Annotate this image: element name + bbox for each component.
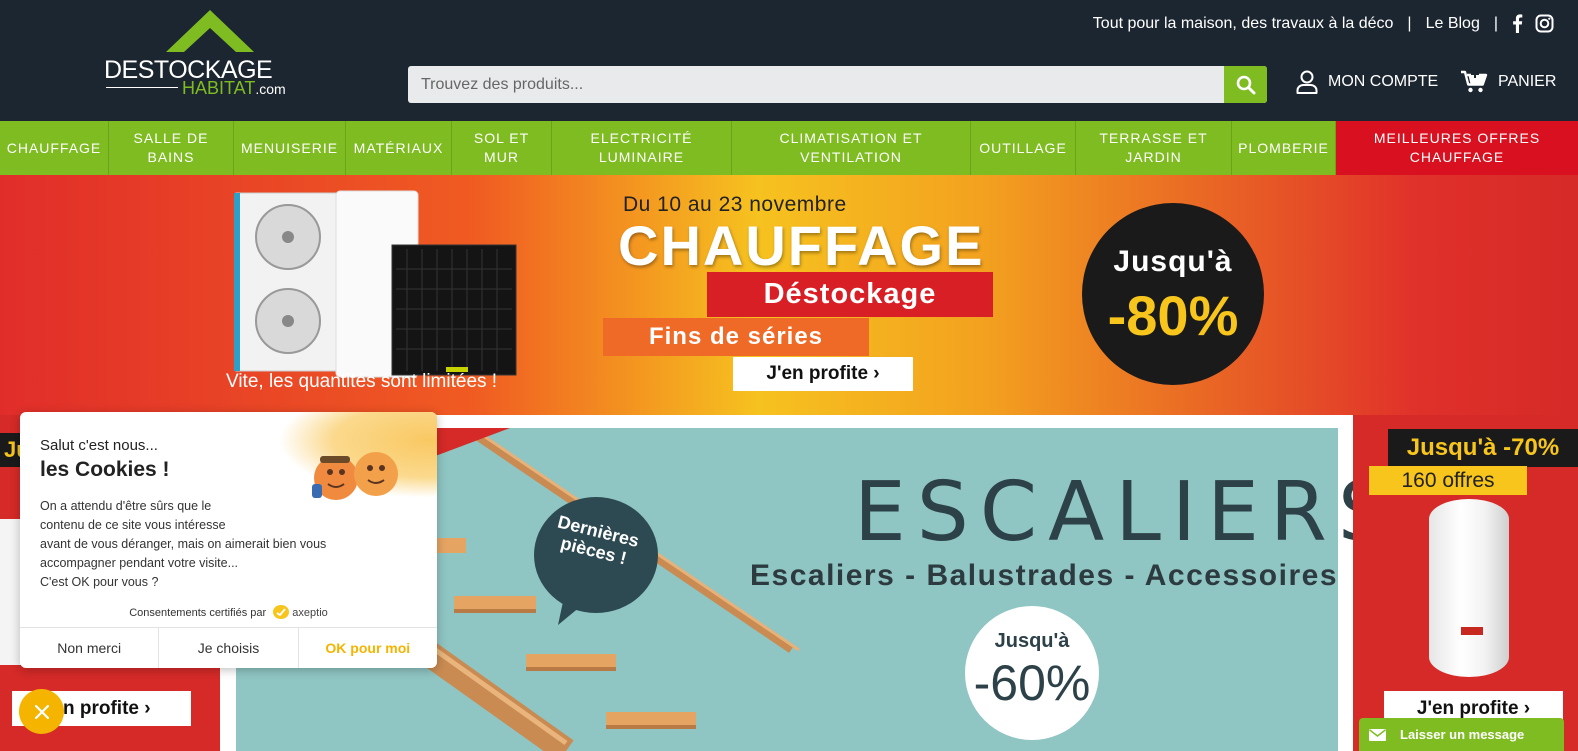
hero-discount-badge: Jusqu'à -80% xyxy=(1082,203,1264,385)
nav-item-materiaux[interactable]: MATÉRIAUX xyxy=(346,121,452,175)
promo-banner-right[interactable]: Jusqu'à -70% 160 offres J'en profite › xyxy=(1353,415,1578,751)
nav-item-menuiserie[interactable]: MENUISERIE xyxy=(234,121,346,175)
close-icon xyxy=(34,704,49,719)
cookie-body-line: avant de vous déranger, mais on aimerait… xyxy=(40,537,327,551)
category-nav: CHAUFFAGE SALLE DE BAINS MENUISERIE MATÉ… xyxy=(0,121,1578,175)
hero-cta-button[interactable]: J'en profite › xyxy=(733,357,913,391)
chat-widget-button[interactable]: Laisser un message xyxy=(1359,718,1564,751)
escaliers-discount-value: -60% xyxy=(973,655,1091,711)
cookie-greeting: Salut c'est nous... xyxy=(40,437,158,454)
account-label: MON COMPTE xyxy=(1328,73,1439,90)
tagline-link[interactable]: Tout pour la maison, des travaux à la dé… xyxy=(1093,15,1394,33)
hero-tag-fins-de-series: Fins de séries xyxy=(603,318,869,356)
nav-item-climatisation-ventilation[interactable]: CLIMATISATION ET VENTILATION xyxy=(732,121,971,175)
nav-item-salle-de-bains[interactable]: SALLE DE BAINS xyxy=(109,121,234,175)
hero-banner[interactable]: Vite, les quantités sont limitées ! Du 1… xyxy=(0,175,1578,415)
nav-item-plomberie[interactable]: PLOMBERIE xyxy=(1232,121,1336,175)
cookie-consent-dialog: Salut c'est nous... les Cookies ! On a a… xyxy=(20,412,437,668)
water-heater-image xyxy=(1429,499,1509,677)
search-input[interactable] xyxy=(408,66,1224,103)
cookie-body-line: contenu de ce site vous intéresse xyxy=(40,518,226,532)
top-links: Tout pour la maison, des travaux à la dé… xyxy=(1093,14,1554,33)
cookie-body-line: accompagner pendant votre visite... xyxy=(40,556,239,570)
hero-subtitle: Vite, les quantités sont limitées ! xyxy=(226,371,498,392)
blog-link[interactable]: Le Blog xyxy=(1426,15,1480,33)
cart-button[interactable]: PANIER xyxy=(1460,70,1556,94)
cookie-title: les Cookies ! xyxy=(40,458,170,481)
roof-logo-icon xyxy=(166,10,254,52)
user-icon xyxy=(1296,70,1318,94)
cookie-body: On a attendu d'être sûrs que le contenu … xyxy=(40,497,370,592)
cookie-buttons: Non merci Je choisis OK pour moi xyxy=(20,627,437,668)
escaliers-discount-prefix: Jusqu'à xyxy=(994,630,1070,652)
left-product-image xyxy=(0,519,22,665)
heater-badge xyxy=(1461,627,1483,635)
hero-tag-destockage: Déstockage xyxy=(707,272,993,317)
escaliers-title: ESCALIERS xyxy=(854,465,1401,560)
close-cookie-button[interactable] xyxy=(19,689,64,734)
right-promo-label: Jusqu'à -70% xyxy=(1388,429,1578,467)
cart-icon xyxy=(1461,70,1488,93)
cookie-refuse-button[interactable]: Non merci xyxy=(20,628,160,668)
site-logo[interactable]: DESTOCKAGE HABITAT.com xyxy=(104,8,304,104)
facebook-icon[interactable] xyxy=(1512,14,1523,33)
nav-item-outillage[interactable]: OUTILLAGE xyxy=(971,121,1076,175)
heat-pump-product-image xyxy=(234,190,517,378)
bubble-tail-icon xyxy=(558,597,592,625)
cookie-accept-button[interactable]: OK pour moi xyxy=(299,628,437,668)
site-header: DESTOCKAGE HABITAT.com Tout pour la mais… xyxy=(0,0,1578,121)
nav-item-sol-et-mur[interactable]: SOL ET MUR xyxy=(452,121,552,175)
cookie-body-line: C'est OK pour vous ? xyxy=(40,575,159,589)
nav-item-terrasse-jardin[interactable]: TERRASSE ET JARDIN xyxy=(1076,121,1232,175)
red-corner-ribbon xyxy=(430,428,510,458)
cookie-body-line: On a attendu d'être sûrs que le xyxy=(40,499,212,513)
nav-item-meilleures-offres[interactable]: MEILLEURES OFFRES CHAUFFAGE xyxy=(1336,121,1578,175)
social-links xyxy=(1512,14,1554,33)
right-offers-count: 160 offres xyxy=(1369,466,1527,495)
cookie-choose-button[interactable]: Je choisis xyxy=(159,628,299,668)
search-icon xyxy=(1236,75,1255,94)
separator: | xyxy=(1493,14,1498,32)
certif-text: Consentements certifiés par xyxy=(129,607,267,619)
cookie-certification: Consentements certifiés par axeptio xyxy=(20,605,437,619)
nav-item-electricite-luminaire[interactable]: ELECTRICITÉ LUMINAIRE xyxy=(552,121,732,175)
separator: | xyxy=(1407,14,1412,32)
cart-label: PANIER xyxy=(1498,73,1557,90)
hero-discount-value: -80% xyxy=(1107,284,1239,347)
escaliers-discount-badge: Jusqu'à -60% xyxy=(965,606,1099,740)
hero-discount-prefix: Jusqu'à xyxy=(1113,245,1233,278)
logo-word-habitat: HABITAT.com xyxy=(182,78,286,98)
search-button[interactable] xyxy=(1224,66,1267,103)
hero-title: CHAUFFAGE xyxy=(618,214,985,277)
axeptio-link[interactable]: axeptio xyxy=(292,607,327,619)
search-bar xyxy=(408,66,1267,103)
dernieres-pieces-bubble: Dernières pièces ! xyxy=(534,497,658,613)
axeptio-logo-icon xyxy=(273,605,290,619)
envelope-icon xyxy=(1369,728,1386,741)
chat-label: Laisser un message xyxy=(1400,727,1525,742)
account-button[interactable]: MON COMPTE xyxy=(1296,70,1438,94)
escaliers-subtitle: Escaliers - Balustrades - Accessoires xyxy=(750,559,1339,592)
bubble-text: Dernières pièces ! xyxy=(555,511,642,569)
nav-item-chauffage[interactable]: CHAUFFAGE xyxy=(0,121,109,175)
instagram-icon[interactable] xyxy=(1535,14,1554,33)
logo-underline xyxy=(106,87,178,88)
